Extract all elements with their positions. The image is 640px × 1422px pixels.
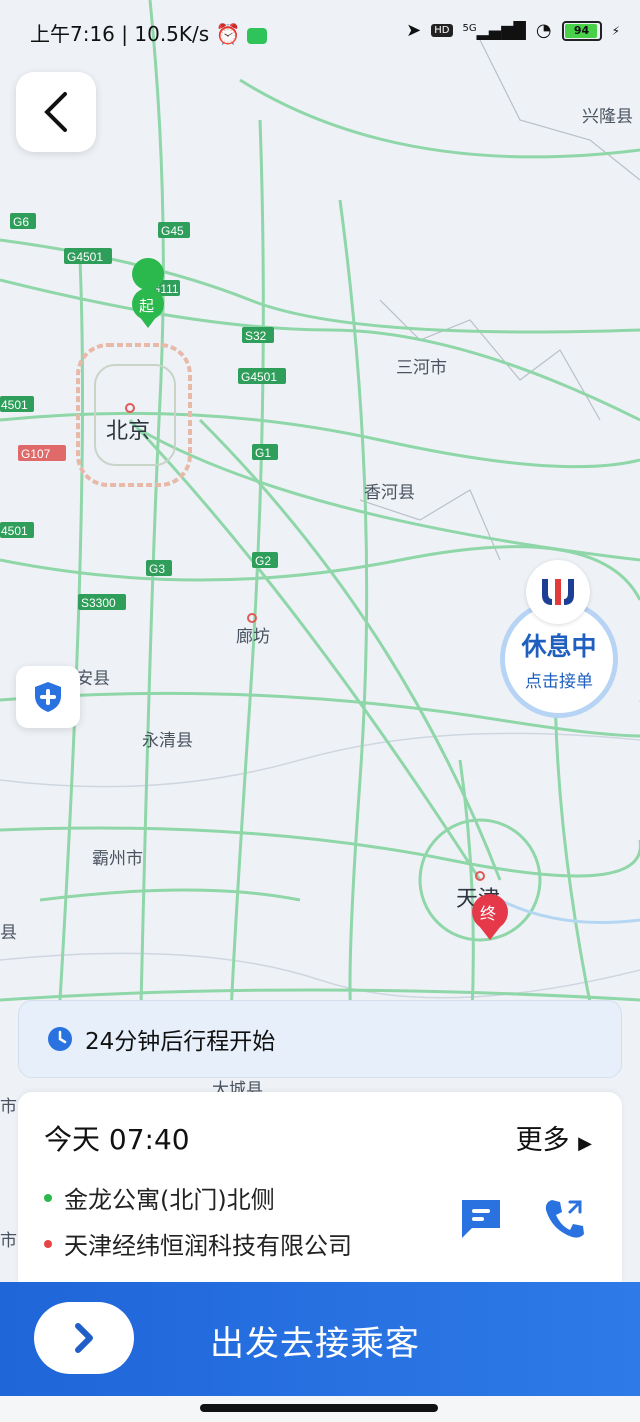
city-label: 北京 [106, 418, 150, 443]
city-label: 兴隆县 [582, 107, 633, 126]
svg-text:G107: G107 [21, 447, 51, 461]
road-shield: G1 [252, 444, 278, 460]
svg-text:S3300: S3300 [81, 596, 116, 610]
phone-icon [545, 1200, 584, 1238]
caret-right-icon: ▶ [578, 1133, 592, 1154]
svg-text:G2: G2 [255, 554, 271, 568]
city-label: 霸州市 [92, 849, 143, 868]
shield-icon [35, 682, 61, 712]
road-shield: G107 [18, 445, 66, 461]
trip-time: 今天 07:40 [44, 1123, 190, 1156]
home-indicator[interactable] [200, 1404, 438, 1412]
trip-card: 今天 07:40 更多 ▶ 金龙公寓(北门)北侧 天津经纬恒润科技有限公司 [18, 1092, 622, 1292]
charging-icon: ⚡ [611, 23, 620, 38]
wifi-icon: ◔ [535, 20, 552, 41]
pickup-address: 金龙公寓(北门)北侧 [44, 1180, 275, 1215]
trip-start-notice: 24分钟后行程开始 [18, 1000, 622, 1078]
city-label: 香河县 [364, 483, 415, 502]
back-button[interactable] [16, 72, 96, 152]
clock-icon [48, 1027, 72, 1051]
svg-text:起: 起 [139, 298, 154, 315]
depart-pickup-label: 出发去接乘客 [210, 1324, 420, 1364]
call-button[interactable] [542, 1196, 588, 1244]
road-shield: 4501 [0, 396, 34, 412]
svg-text:G3: G3 [149, 562, 165, 576]
city-label: 市 [0, 1231, 17, 1250]
road-shield: G2 [252, 552, 278, 568]
city-label: 廊坊 [236, 627, 270, 646]
dropoff-address: 天津经纬恒润科技有限公司 [44, 1226, 352, 1261]
city-label: 安县 [76, 669, 110, 688]
road-shield: G4501 [64, 248, 112, 264]
notice-text: 24分钟后行程开始 [85, 1029, 276, 1055]
dropoff-dot [44, 1239, 52, 1248]
city-label: 永清县 [142, 731, 193, 750]
signal-icon: 5G▂▄▆█ [462, 21, 526, 40]
battery-icon: 94 [561, 20, 602, 41]
road-shield: S32 [242, 327, 274, 343]
road-shield: S3300 [78, 594, 126, 610]
rest-title: 休息中 [521, 631, 597, 661]
more-button[interactable]: 更多 ▶ [516, 1118, 592, 1157]
depart-pickup-bar[interactable]: 出发去接乘客 [0, 1282, 640, 1396]
svg-text:4501: 4501 [1, 524, 28, 538]
location-icon: ➤ [406, 20, 422, 41]
svg-text:4501: 4501 [1, 398, 28, 412]
chevron-right-icon [75, 1323, 93, 1353]
brand-logo-icon [526, 560, 590, 624]
accept-orders-button[interactable]: 休息中 点击接单 [500, 560, 622, 720]
svg-text:终: 终 [480, 905, 496, 923]
city-label: 三河市 [396, 358, 447, 377]
svg-text:G6: G6 [13, 215, 29, 229]
road-shield: G4501 [238, 368, 286, 384]
safety-button[interactable] [16, 666, 80, 728]
pickup-dot [44, 1193, 52, 1202]
slide-handle[interactable] [34, 1302, 134, 1374]
status-time: 上午7:16 | 10.5K/s ⏰ [30, 18, 267, 47]
svg-text:G1: G1 [255, 446, 271, 460]
svg-text:S32: S32 [245, 329, 267, 343]
road-shield: G6 [10, 213, 36, 229]
svg-text:G45: G45 [161, 224, 184, 238]
status-bar: 上午7:16 | 10.5K/s ⏰ ➤ HD 5G▂▄▆█ ◔ 94 ⚡ [0, 0, 640, 64]
hd-icon: HD [431, 24, 453, 37]
alarm-icon: ⏰ [215, 22, 241, 46]
city-label: 市 [0, 1097, 17, 1116]
road-shield: G45 [158, 222, 190, 238]
svg-text:G4501: G4501 [67, 250, 103, 264]
rest-subtitle: 点击接单 [525, 671, 593, 692]
wechat-icon [246, 27, 267, 44]
road-shield: G3 [146, 560, 172, 576]
city-label: 县 [0, 923, 17, 942]
svg-text:G4501: G4501 [241, 370, 277, 384]
message-icon [462, 1200, 500, 1238]
chevron-left-icon [44, 92, 67, 132]
road-shield: 4501 [0, 522, 34, 538]
message-button[interactable] [458, 1196, 504, 1244]
